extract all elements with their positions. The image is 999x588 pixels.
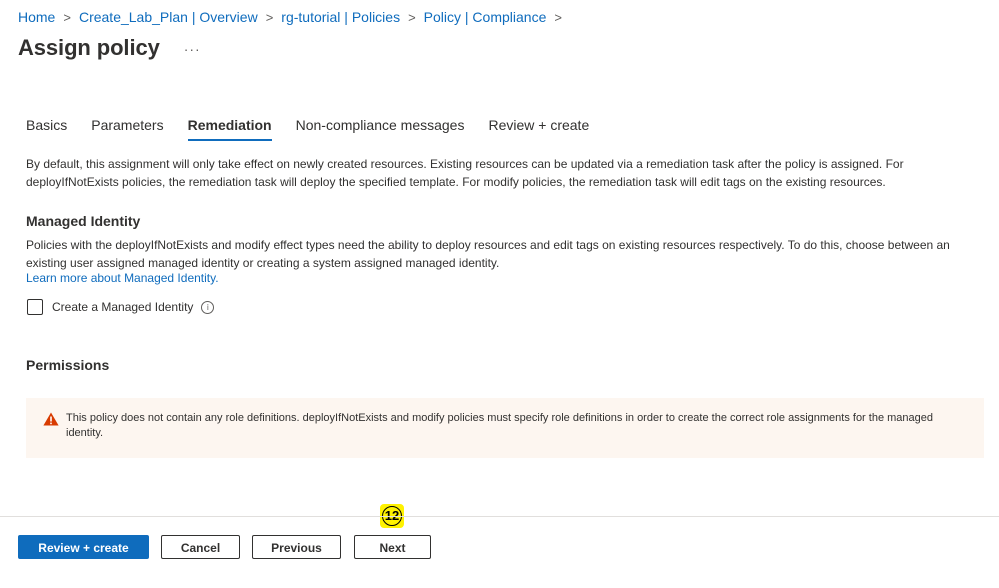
chevron-right-icon: > [63, 9, 71, 25]
cancel-button[interactable]: Cancel [161, 535, 240, 559]
tab-bar: Basics Parameters Remediation Non-compli… [26, 117, 613, 141]
create-managed-identity-label[interactable]: Create a Managed Identity [52, 300, 193, 314]
breadcrumb-lab-plan-overview[interactable]: Create_Lab_Plan | Overview [79, 9, 258, 25]
footer-divider [0, 516, 999, 517]
create-managed-identity-checkbox[interactable] [27, 299, 43, 315]
managed-identity-heading: Managed Identity [26, 213, 141, 229]
chevron-right-icon: > [554, 9, 562, 25]
title-row: Assign policy ··· [18, 35, 201, 61]
managed-identity-description: Policies with the deployIfNotExists and … [26, 238, 950, 270]
learn-more-link[interactable]: Learn more about Managed Identity. [26, 271, 219, 285]
tab-basics[interactable]: Basics [26, 117, 67, 141]
breadcrumb-policy-compliance[interactable]: Policy | Compliance [424, 9, 547, 25]
breadcrumb-home[interactable]: Home [18, 9, 55, 25]
tab-remediation[interactable]: Remediation [187, 117, 272, 141]
warning-text: This policy does not contain any role de… [66, 412, 933, 439]
info-icon[interactable]: i [201, 300, 215, 314]
permissions-warning: This policy does not contain any role de… [26, 398, 984, 458]
page-title: Assign policy [18, 35, 160, 60]
tab-parameters[interactable]: Parameters [91, 117, 163, 141]
previous-button[interactable]: Previous [252, 535, 341, 559]
chevron-right-icon: > [408, 9, 416, 25]
chevron-right-icon: > [265, 9, 274, 25]
create-managed-identity-row: Create a Managed Identity i [27, 299, 215, 315]
permissions-heading: Permissions [26, 357, 110, 373]
tab-review-create[interactable]: Review + create [488, 117, 589, 141]
review-create-button[interactable]: Review + create [18, 535, 149, 559]
breadcrumb-rg-tutorial-policies[interactable]: rg-tutorial | Policies [281, 9, 400, 25]
warning-triangle-icon [43, 412, 59, 426]
next-button[interactable]: Next [354, 535, 431, 559]
breadcrumb: Home > Create_Lab_Plan | Overview > rg-t… [18, 9, 570, 25]
more-options-icon[interactable]: ··· [184, 41, 201, 57]
remediation-intro: By default, this assignment will only ta… [26, 157, 904, 189]
tab-non-compliance-messages[interactable]: Non-compliance messages [296, 117, 465, 141]
